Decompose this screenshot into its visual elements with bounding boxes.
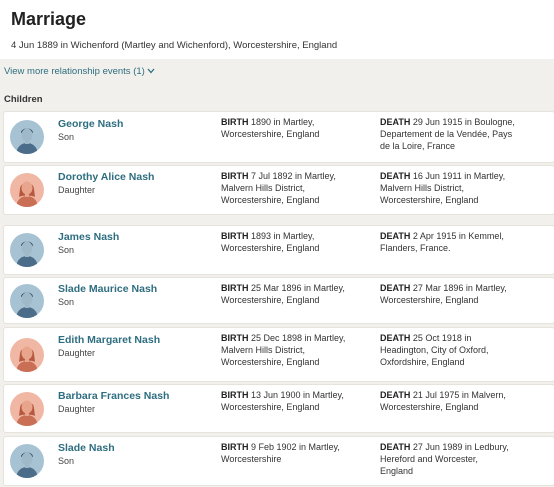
death-text: 27 Mar 1896 in Martley, [412, 283, 507, 293]
death-label: DEATH [380, 117, 413, 127]
child-relation: Daughter [58, 348, 96, 358]
view-more-label: View more relationship events (1) [4, 66, 145, 77]
marriage-title: Marriage [11, 9, 87, 29]
birth-text: 1893 in Martley, [251, 231, 315, 241]
birth-label: BIRTH [221, 333, 251, 343]
marriage-detail: 4 Jun 1889 in Wichenford (Martley and Wi… [11, 40, 338, 51]
death-label: DEATH [380, 171, 413, 181]
child-name-link[interactable]: George Nash [58, 118, 123, 130]
death-label: DEATH [380, 333, 413, 343]
birth-event: BIRTH 1890 in Martley, Worcestershire, En… [221, 117, 320, 140]
death-text: 21 Jul 1975 in Malvern, [412, 390, 506, 400]
child-relation: Daughter [58, 404, 96, 414]
death-text: 25 Oct 1918 in [412, 333, 472, 343]
death-text: 27 Jun 1989 in Ledbury, [412, 442, 509, 452]
child-name-link[interactable]: Edith Margaret Nash [58, 334, 160, 346]
birth-text: 13 Jun 1900 in Martley, [251, 390, 344, 400]
child-name-link[interactable]: Dorothy Alice Nash [58, 171, 154, 183]
death-text: 2 Apr 1915 in Kemmel, [412, 231, 504, 241]
children-heading: Children [4, 94, 43, 105]
death-label: DEATH [380, 442, 413, 452]
birth-text: 1890 in Martley, [251, 117, 315, 127]
death-event: DEATH 29 Jun 1915 in Boulogne, Departemen… [380, 117, 515, 152]
child-relation: Son [58, 456, 75, 466]
death-label: DEATH [380, 231, 413, 241]
child-relation: Son [58, 245, 75, 255]
birth-text: 25 Mar 1896 in Martley, [251, 283, 345, 293]
child-name-link[interactable]: Slade Maurice Nash [58, 283, 157, 295]
birth-text: 7 Jul 1892 in Martley, [251, 171, 336, 181]
male-avatar-icon[interactable] [10, 444, 44, 478]
child-card[interactable]: George Nash Son BIRTH 1890 in Martley, Worc… [4, 112, 554, 162]
birth-label: BIRTH [221, 171, 251, 181]
male-avatar-icon[interactable] [10, 283, 44, 318]
birth-text: 25 Dec 1898 in Martley, [251, 333, 346, 343]
chevron-down-icon [147, 66, 155, 76]
child-relation: Son [58, 132, 75, 142]
child-card[interactable]: Slade Maurice Nash Son BIRTH 25 Mar 1896 i… [4, 278, 554, 323]
birth-label: BIRTH [221, 442, 251, 452]
birth-label: BIRTH [221, 283, 251, 293]
child-card[interactable]: James Nash Son BIRTH 1893 in Martley, Worce… [4, 226, 554, 274]
birth-event: BIRTH 25 Dec 1898 in Martley, Malvern Hil… [221, 333, 346, 368]
child-card[interactable]: Edith Margaret Nash Daughter BIRTH 25 Dec … [4, 328, 554, 381]
death-text: 16 Jun 1911 in Martley, [412, 171, 506, 181]
death-label: DEATH [380, 283, 413, 293]
child-name-link[interactable]: James Nash [58, 231, 119, 243]
death-event: DEATH 27 Mar 1896 in Martley, Worcestersh… [380, 283, 507, 306]
child-card[interactable]: Slade Nash Son BIRTH 9 Feb 1902 in Martley… [4, 437, 554, 485]
child-relation: Son [58, 297, 75, 307]
child-card[interactable]: Barbara Frances Nash Daughter BIRTH 13 Jun… [4, 385, 554, 432]
death-text: 29 Jun 1915 in Boulogne, [412, 117, 515, 127]
child-name-link[interactable]: Slade Nash [58, 442, 115, 454]
child-name-link[interactable]: Barbara Frances Nash [58, 390, 169, 402]
death-event: DEATH 21 Jul 1975 in Malvern, Worcestersh… [380, 390, 506, 413]
female-avatar-icon[interactable] [10, 337, 44, 372]
birth-label: BIRTH [221, 231, 251, 241]
marriage-card: Marriage 4 Jun 1889 in Wichenford (Martl… [0, 0, 554, 59]
birth-event: BIRTH 13 Jun 1900 in Martley, Worcestersh… [221, 390, 344, 413]
birth-label: BIRTH [221, 117, 251, 127]
birth-event: BIRTH 1893 in Martley, Worcestershire, En… [221, 231, 320, 254]
death-event: DEATH 2 Apr 1915 in Kemmel, Flanders, Fra… [380, 231, 504, 254]
child-relation: Daughter [58, 185, 96, 195]
male-avatar-icon[interactable] [10, 233, 44, 267]
death-label: DEATH [380, 390, 413, 400]
birth-event: BIRTH 7 Jul 1892 in Martley, Malvern Hill… [221, 171, 336, 206]
female-avatar-icon[interactable] [10, 173, 44, 207]
view-more-relationship-events-link[interactable]: View more relationship events (1) [4, 66, 155, 77]
child-card[interactable]: Dorothy Alice Nash Daughter BIRTH 7 Jul 18… [4, 166, 554, 214]
birth-label: BIRTH [221, 390, 251, 400]
birth-text: 9 Feb 1902 in Martley, [251, 442, 340, 452]
death-event: DEATH 16 Jun 1911 in Martley, Malvern Hil… [380, 171, 506, 206]
death-event: DEATH 27 Jun 1989 in Ledbury, Hereford an… [380, 442, 509, 477]
birth-event: BIRTH 25 Mar 1896 in Martley, Worcestersh… [221, 283, 345, 306]
death-event: DEATH 25 Oct 1918 in Headington, City of … [380, 333, 489, 368]
male-avatar-icon[interactable] [10, 120, 44, 154]
birth-event: BIRTH 9 Feb 1902 in Martley, Worcestershi… [221, 442, 340, 465]
female-avatar-icon[interactable] [10, 391, 44, 426]
